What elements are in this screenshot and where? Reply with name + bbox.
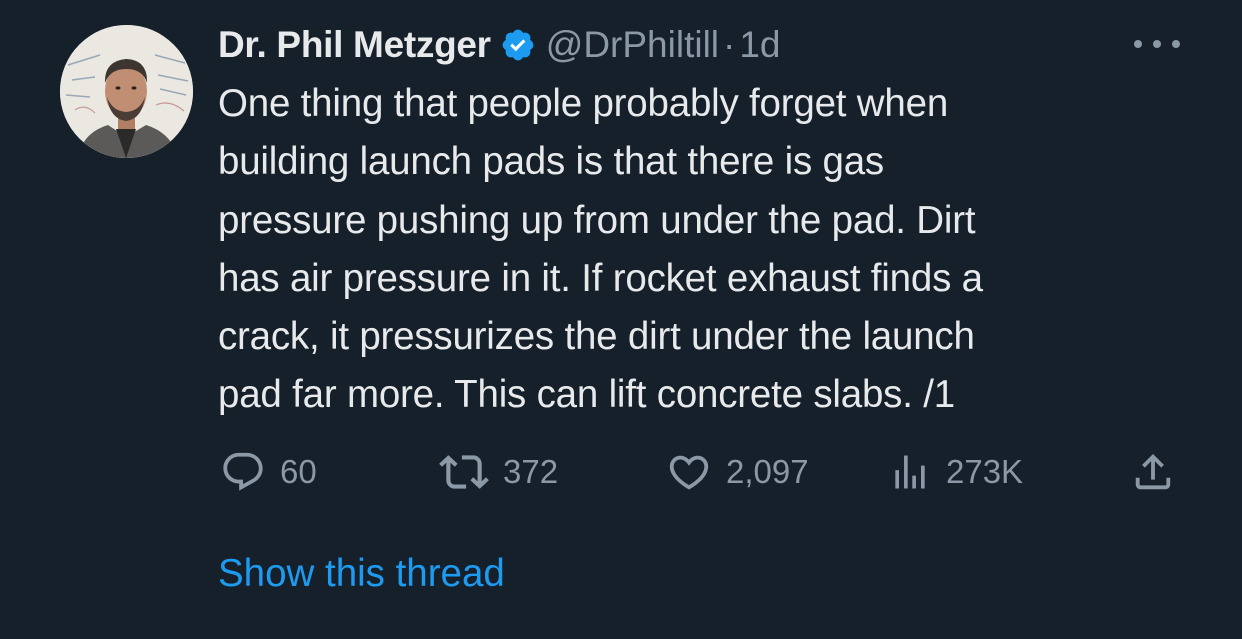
tweet-text-line: One thing that people probably forget wh… — [218, 82, 949, 125]
heart-icon — [669, 455, 709, 490]
more-dot — [1153, 40, 1161, 48]
avatar-image — [60, 25, 193, 158]
tweet: Dr. Phil Metzger @DrPhiltill · 1d One th… — [0, 0, 1242, 639]
views-icon — [895, 455, 925, 489]
like-button[interactable]: 2,097 — [666, 447, 809, 497]
tweet-text-line: pressure pushing up from under the pad. … — [218, 198, 976, 242]
tweet-text-line: crack, it pressurizes the dirt under the… — [218, 315, 975, 359]
tweet-header: Dr. Phil Metzger @DrPhiltill · 1d — [218, 22, 781, 68]
verified-badge-icon — [500, 27, 536, 63]
separator-dot: · — [723, 24, 736, 65]
more-icon[interactable] — [1134, 36, 1180, 52]
action-bar: 60 372 2,097 273K — [218, 447, 1178, 497]
more-dot — [1172, 40, 1180, 48]
retweet-count: 372 — [503, 453, 559, 490]
show-thread-link[interactable]: Show this thread — [218, 552, 505, 596]
views-count: 273K — [946, 453, 1024, 490]
avatar[interactable] — [60, 25, 193, 158]
timestamp[interactable]: 1d — [739, 24, 780, 66]
tweet-text-line: has air pressure in it. If rocket exhaus… — [218, 256, 983, 300]
tweet-text-line: building launch pads is that there is ga… — [218, 140, 884, 184]
share-icon — [1135, 453, 1171, 490]
retweet-icon — [439, 455, 489, 489]
retweet-button[interactable]: 372 — [439, 447, 558, 497]
share-button[interactable] — [1130, 447, 1176, 497]
like-count: 2,097 — [726, 453, 809, 490]
user-handle[interactable]: @DrPhiltill — [546, 24, 719, 66]
display-name[interactable]: Dr. Phil Metzger — [218, 24, 491, 66]
tweet-text-line: pad far more. This can lift concrete sla… — [218, 373, 955, 417]
views-button[interactable]: 273K — [888, 447, 1023, 497]
tweet-text: One thing that people probably forget wh… — [218, 75, 1178, 425]
more-dot — [1134, 40, 1142, 48]
reply-button[interactable]: 60 — [220, 447, 317, 497]
reply-icon — [223, 452, 263, 491]
reply-count: 60 — [280, 453, 317, 490]
